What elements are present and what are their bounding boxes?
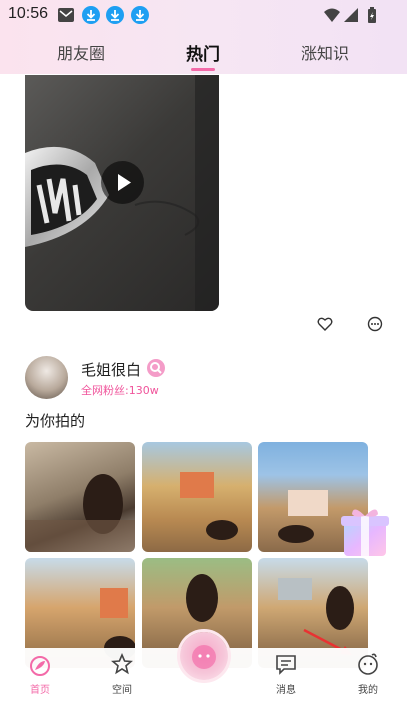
home-icon (30, 656, 50, 676)
download-icon (82, 6, 100, 24)
tab-hot[interactable]: 热门 (186, 40, 220, 65)
status-bar: 10:56 (0, 0, 407, 30)
mascot-face-icon (192, 645, 216, 669)
post-caption: 为你拍的 (25, 412, 86, 430)
wifi-icon (324, 8, 340, 22)
heart-icon[interactable] (317, 316, 333, 332)
nav-space[interactable]: 空间 (92, 648, 152, 708)
center-publish-button[interactable] (180, 632, 228, 680)
tab-knowledge[interactable]: 涨知识 (301, 40, 349, 64)
nav-space-label: 空间 (112, 685, 132, 696)
avatar[interactable] (25, 356, 68, 399)
nav-home[interactable]: 首页 (10, 648, 70, 708)
verified-badge-icon (147, 359, 165, 377)
username[interactable]: 毛姐很白 (81, 359, 141, 380)
mail-icon (58, 8, 74, 22)
download-icon (131, 6, 149, 24)
post-photo[interactable] (142, 442, 252, 552)
active-tab-indicator (191, 68, 215, 71)
tab-friends-circle[interactable]: 朋友圈 (57, 40, 105, 64)
battery-icon (368, 7, 376, 23)
play-button[interactable] (101, 161, 144, 204)
gift-box-icon[interactable] (338, 506, 392, 558)
comment-icon[interactable] (367, 316, 383, 332)
profile-face-icon (358, 653, 378, 675)
status-time: 10:56 (8, 5, 49, 22)
nav-messages[interactable]: 消息 (256, 648, 316, 708)
message-icon (276, 655, 296, 675)
top-tabs: 朋友圈 热门 涨知识 (0, 30, 407, 74)
play-icon (118, 174, 131, 191)
download-icon (106, 6, 124, 24)
nav-home-label: 首页 (30, 685, 50, 696)
signal-icon (344, 8, 358, 22)
follower-count: 全网粉丝:130w (81, 384, 159, 397)
star-icon (111, 653, 133, 675)
nav-messages-label: 消息 (276, 685, 296, 696)
post-photo[interactable] (25, 442, 135, 552)
nav-profile[interactable]: 我的 (338, 648, 398, 708)
nav-profile-label: 我的 (358, 685, 378, 696)
